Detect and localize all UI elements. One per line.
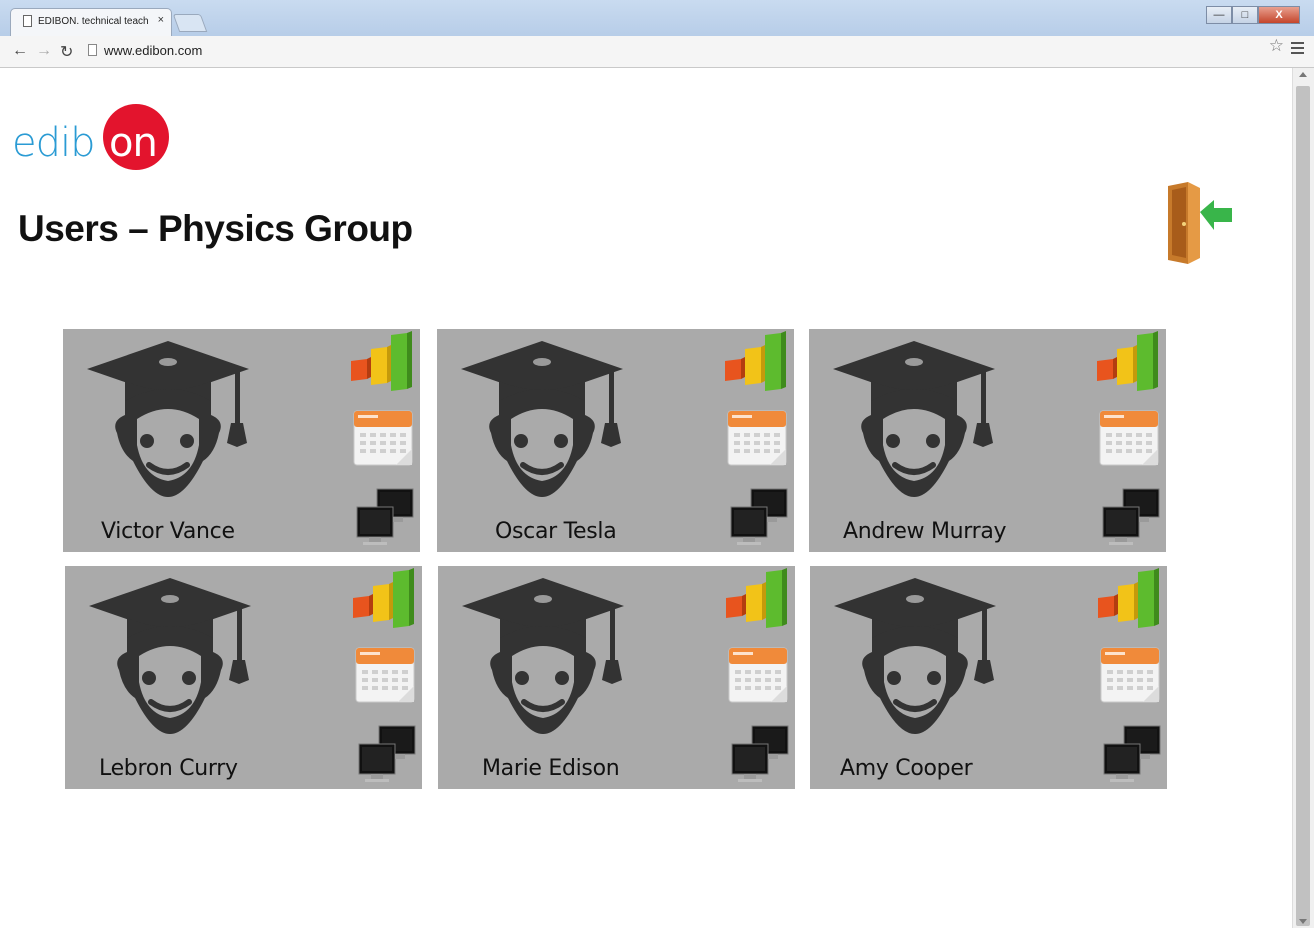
graduate-avatar-icon (828, 574, 1002, 742)
user-card[interactable]: Lebron Curry (65, 566, 422, 789)
graduate-avatar-icon (827, 337, 1001, 505)
user-card[interactable]: Andrew Murray (809, 329, 1166, 552)
window-controls: — □ X (1206, 6, 1300, 24)
calendar-icon[interactable] (726, 405, 788, 467)
calendar-icon[interactable] (1099, 642, 1161, 704)
user-name[interactable]: Lebron Curry (99, 756, 456, 781)
user-name[interactable]: Amy Cooper (840, 756, 1197, 781)
browser-toolbar: ← → ↻ www.edibon.com ☆ (0, 36, 1314, 68)
user-name[interactable]: Oscar Tesla (495, 519, 852, 544)
bookmark-star-icon[interactable]: ☆ (1269, 36, 1284, 56)
scroll-thumb[interactable] (1296, 86, 1310, 926)
user-card[interactable]: Marie Edison (438, 566, 795, 789)
user-name[interactable]: Victor Vance (101, 519, 458, 544)
url-text[interactable]: www.edibon.com (104, 43, 202, 58)
calendar-icon[interactable] (352, 405, 414, 467)
user-grid: Victor Vance Oscar Tesla Andrew Murray L… (63, 329, 1169, 791)
user-name[interactable]: Marie Edison (482, 756, 839, 781)
maximize-button[interactable]: □ (1232, 6, 1258, 24)
bar-chart-icon[interactable] (1096, 568, 1162, 632)
page-icon (23, 15, 32, 27)
bar-chart-icon[interactable] (724, 568, 790, 632)
bar-chart-icon[interactable] (349, 331, 415, 395)
calendar-icon[interactable] (354, 642, 416, 704)
vertical-scrollbar[interactable] (1292, 68, 1314, 928)
user-card[interactable]: Amy Cooper (810, 566, 1167, 789)
user-card[interactable]: Victor Vance (63, 329, 420, 552)
logo-accent-text: on (109, 120, 158, 166)
user-name[interactable]: Andrew Murray (843, 519, 1200, 544)
reload-icon[interactable]: ↻ (60, 42, 73, 62)
bar-chart-icon[interactable] (351, 568, 417, 632)
scroll-up-icon[interactable] (1299, 72, 1307, 77)
graduate-avatar-icon (455, 337, 629, 505)
scroll-down-icon[interactable] (1299, 919, 1307, 924)
browser-tab[interactable]: EDIBON. technical teachi × (10, 8, 172, 36)
minimize-button[interactable]: — (1206, 6, 1232, 24)
forward-arrow-icon[interactable]: → (36, 42, 52, 60)
user-card[interactable]: Oscar Tesla (437, 329, 794, 552)
graduate-avatar-icon (456, 574, 630, 742)
browser-titlebar: EDIBON. technical teachi × — □ X (0, 0, 1314, 36)
close-window-button[interactable]: X (1258, 6, 1300, 24)
edibon-logo: edib on (12, 104, 172, 176)
page-title: Users – Physics Group (18, 208, 413, 249)
logout-door-icon[interactable] (1164, 182, 1234, 268)
logo-text: edib (12, 120, 96, 166)
graduate-avatar-icon (83, 574, 257, 742)
bar-chart-icon[interactable] (723, 331, 789, 395)
new-tab-button[interactable] (172, 14, 208, 32)
tab-title: EDIBON. technical teachi (38, 16, 148, 27)
browser-menu-icon[interactable] (1291, 42, 1304, 57)
calendar-icon[interactable] (727, 642, 789, 704)
tab-close-icon[interactable]: × (158, 14, 164, 26)
calendar-icon[interactable] (1098, 405, 1160, 467)
bar-chart-icon[interactable] (1095, 331, 1161, 395)
back-arrow-icon[interactable]: ← (12, 42, 28, 60)
address-bar[interactable]: www.edibon.com (84, 41, 1284, 62)
page-icon (88, 44, 97, 56)
graduate-avatar-icon (81, 337, 255, 505)
